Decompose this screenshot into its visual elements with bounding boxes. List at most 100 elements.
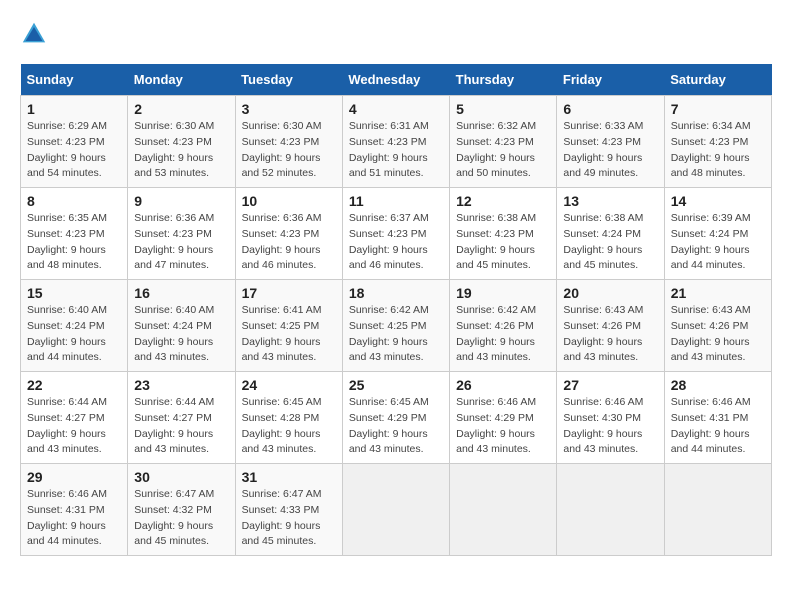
day-number: 12 bbox=[456, 193, 550, 209]
day-number: 26 bbox=[456, 377, 550, 393]
calendar-cell: 25 Sunrise: 6:45 AMSunset: 4:29 PMDaylig… bbox=[342, 372, 449, 464]
day-detail: Sunrise: 6:37 AMSunset: 4:23 PMDaylight:… bbox=[349, 212, 429, 271]
day-detail: Sunrise: 6:41 AMSunset: 4:25 PMDaylight:… bbox=[242, 304, 322, 363]
day-number: 21 bbox=[671, 285, 765, 301]
day-number: 18 bbox=[349, 285, 443, 301]
day-detail: Sunrise: 6:46 AMSunset: 4:30 PMDaylight:… bbox=[563, 396, 643, 455]
day-detail: Sunrise: 6:40 AMSunset: 4:24 PMDaylight:… bbox=[134, 304, 214, 363]
calendar-cell bbox=[342, 464, 449, 556]
calendar-cell: 28 Sunrise: 6:46 AMSunset: 4:31 PMDaylig… bbox=[664, 372, 771, 464]
day-detail: Sunrise: 6:39 AMSunset: 4:24 PMDaylight:… bbox=[671, 212, 751, 271]
day-number: 22 bbox=[27, 377, 121, 393]
weekday-friday: Friday bbox=[557, 64, 664, 96]
calendar-cell: 11 Sunrise: 6:37 AMSunset: 4:23 PMDaylig… bbox=[342, 188, 449, 280]
calendar-cell: 2 Sunrise: 6:30 AMSunset: 4:23 PMDayligh… bbox=[128, 96, 235, 188]
day-detail: Sunrise: 6:36 AMSunset: 4:23 PMDaylight:… bbox=[242, 212, 322, 271]
day-detail: Sunrise: 6:36 AMSunset: 4:23 PMDaylight:… bbox=[134, 212, 214, 271]
day-detail: Sunrise: 6:33 AMSunset: 4:23 PMDaylight:… bbox=[563, 120, 643, 179]
calendar-cell: 13 Sunrise: 6:38 AMSunset: 4:24 PMDaylig… bbox=[557, 188, 664, 280]
day-detail: Sunrise: 6:44 AMSunset: 4:27 PMDaylight:… bbox=[134, 396, 214, 455]
day-number: 10 bbox=[242, 193, 336, 209]
calendar-cell: 9 Sunrise: 6:36 AMSunset: 4:23 PMDayligh… bbox=[128, 188, 235, 280]
day-detail: Sunrise: 6:29 AMSunset: 4:23 PMDaylight:… bbox=[27, 120, 107, 179]
calendar-cell: 5 Sunrise: 6:32 AMSunset: 4:23 PMDayligh… bbox=[450, 96, 557, 188]
calendar-cell: 12 Sunrise: 6:38 AMSunset: 4:23 PMDaylig… bbox=[450, 188, 557, 280]
day-number: 5 bbox=[456, 101, 550, 117]
calendar-cell bbox=[450, 464, 557, 556]
day-number: 28 bbox=[671, 377, 765, 393]
day-detail: Sunrise: 6:35 AMSunset: 4:23 PMDaylight:… bbox=[27, 212, 107, 271]
day-number: 13 bbox=[563, 193, 657, 209]
day-detail: Sunrise: 6:47 AMSunset: 4:32 PMDaylight:… bbox=[134, 488, 214, 547]
day-number: 3 bbox=[242, 101, 336, 117]
weekday-sunday: Sunday bbox=[21, 64, 128, 96]
calendar-cell: 30 Sunrise: 6:47 AMSunset: 4:32 PMDaylig… bbox=[128, 464, 235, 556]
day-detail: Sunrise: 6:47 AMSunset: 4:33 PMDaylight:… bbox=[242, 488, 322, 547]
calendar-week-1: 1 Sunrise: 6:29 AMSunset: 4:23 PMDayligh… bbox=[21, 96, 772, 188]
calendar-week-3: 15 Sunrise: 6:40 AMSunset: 4:24 PMDaylig… bbox=[21, 280, 772, 372]
calendar-cell: 14 Sunrise: 6:39 AMSunset: 4:24 PMDaylig… bbox=[664, 188, 771, 280]
day-detail: Sunrise: 6:30 AMSunset: 4:23 PMDaylight:… bbox=[134, 120, 214, 179]
day-detail: Sunrise: 6:43 AMSunset: 4:26 PMDaylight:… bbox=[563, 304, 643, 363]
day-number: 4 bbox=[349, 101, 443, 117]
day-number: 17 bbox=[242, 285, 336, 301]
day-detail: Sunrise: 6:44 AMSunset: 4:27 PMDaylight:… bbox=[27, 396, 107, 455]
day-number: 8 bbox=[27, 193, 121, 209]
calendar-cell: 4 Sunrise: 6:31 AMSunset: 4:23 PMDayligh… bbox=[342, 96, 449, 188]
page-header bbox=[20, 20, 772, 48]
day-detail: Sunrise: 6:38 AMSunset: 4:24 PMDaylight:… bbox=[563, 212, 643, 271]
calendar-week-5: 29 Sunrise: 6:46 AMSunset: 4:31 PMDaylig… bbox=[21, 464, 772, 556]
logo bbox=[20, 20, 52, 48]
day-detail: Sunrise: 6:46 AMSunset: 4:31 PMDaylight:… bbox=[27, 488, 107, 547]
calendar-cell: 6 Sunrise: 6:33 AMSunset: 4:23 PMDayligh… bbox=[557, 96, 664, 188]
calendar-cell: 29 Sunrise: 6:46 AMSunset: 4:31 PMDaylig… bbox=[21, 464, 128, 556]
calendar-cell: 26 Sunrise: 6:46 AMSunset: 4:29 PMDaylig… bbox=[450, 372, 557, 464]
day-number: 29 bbox=[27, 469, 121, 485]
calendar-body: 1 Sunrise: 6:29 AMSunset: 4:23 PMDayligh… bbox=[21, 96, 772, 556]
calendar-header: SundayMondayTuesdayWednesdayThursdayFrid… bbox=[21, 64, 772, 96]
day-detail: Sunrise: 6:46 AMSunset: 4:29 PMDaylight:… bbox=[456, 396, 536, 455]
day-number: 20 bbox=[563, 285, 657, 301]
calendar-cell: 3 Sunrise: 6:30 AMSunset: 4:23 PMDayligh… bbox=[235, 96, 342, 188]
day-detail: Sunrise: 6:30 AMSunset: 4:23 PMDaylight:… bbox=[242, 120, 322, 179]
day-number: 16 bbox=[134, 285, 228, 301]
day-number: 2 bbox=[134, 101, 228, 117]
calendar-cell: 15 Sunrise: 6:40 AMSunset: 4:24 PMDaylig… bbox=[21, 280, 128, 372]
day-detail: Sunrise: 6:42 AMSunset: 4:26 PMDaylight:… bbox=[456, 304, 536, 363]
day-number: 6 bbox=[563, 101, 657, 117]
calendar-cell: 20 Sunrise: 6:43 AMSunset: 4:26 PMDaylig… bbox=[557, 280, 664, 372]
day-detail: Sunrise: 6:45 AMSunset: 4:29 PMDaylight:… bbox=[349, 396, 429, 455]
calendar-table: SundayMondayTuesdayWednesdayThursdayFrid… bbox=[20, 64, 772, 556]
day-number: 25 bbox=[349, 377, 443, 393]
calendar-cell: 8 Sunrise: 6:35 AMSunset: 4:23 PMDayligh… bbox=[21, 188, 128, 280]
day-number: 31 bbox=[242, 469, 336, 485]
calendar-cell bbox=[557, 464, 664, 556]
day-detail: Sunrise: 6:34 AMSunset: 4:23 PMDaylight:… bbox=[671, 120, 751, 179]
day-number: 30 bbox=[134, 469, 228, 485]
day-detail: Sunrise: 6:42 AMSunset: 4:25 PMDaylight:… bbox=[349, 304, 429, 363]
calendar-cell bbox=[664, 464, 771, 556]
day-detail: Sunrise: 6:40 AMSunset: 4:24 PMDaylight:… bbox=[27, 304, 107, 363]
calendar-cell: 10 Sunrise: 6:36 AMSunset: 4:23 PMDaylig… bbox=[235, 188, 342, 280]
day-detail: Sunrise: 6:38 AMSunset: 4:23 PMDaylight:… bbox=[456, 212, 536, 271]
day-number: 11 bbox=[349, 193, 443, 209]
calendar-cell: 27 Sunrise: 6:46 AMSunset: 4:30 PMDaylig… bbox=[557, 372, 664, 464]
weekday-row: SundayMondayTuesdayWednesdayThursdayFrid… bbox=[21, 64, 772, 96]
day-number: 19 bbox=[456, 285, 550, 301]
weekday-thursday: Thursday bbox=[450, 64, 557, 96]
calendar-cell: 19 Sunrise: 6:42 AMSunset: 4:26 PMDaylig… bbox=[450, 280, 557, 372]
calendar-cell: 21 Sunrise: 6:43 AMSunset: 4:26 PMDaylig… bbox=[664, 280, 771, 372]
weekday-tuesday: Tuesday bbox=[235, 64, 342, 96]
day-detail: Sunrise: 6:46 AMSunset: 4:31 PMDaylight:… bbox=[671, 396, 751, 455]
weekday-saturday: Saturday bbox=[664, 64, 771, 96]
calendar-cell: 24 Sunrise: 6:45 AMSunset: 4:28 PMDaylig… bbox=[235, 372, 342, 464]
calendar-cell: 31 Sunrise: 6:47 AMSunset: 4:33 PMDaylig… bbox=[235, 464, 342, 556]
day-number: 27 bbox=[563, 377, 657, 393]
calendar-cell: 22 Sunrise: 6:44 AMSunset: 4:27 PMDaylig… bbox=[21, 372, 128, 464]
calendar-cell: 1 Sunrise: 6:29 AMSunset: 4:23 PMDayligh… bbox=[21, 96, 128, 188]
calendar-cell: 18 Sunrise: 6:42 AMSunset: 4:25 PMDaylig… bbox=[342, 280, 449, 372]
day-detail: Sunrise: 6:32 AMSunset: 4:23 PMDaylight:… bbox=[456, 120, 536, 179]
day-number: 15 bbox=[27, 285, 121, 301]
calendar-week-2: 8 Sunrise: 6:35 AMSunset: 4:23 PMDayligh… bbox=[21, 188, 772, 280]
day-number: 14 bbox=[671, 193, 765, 209]
